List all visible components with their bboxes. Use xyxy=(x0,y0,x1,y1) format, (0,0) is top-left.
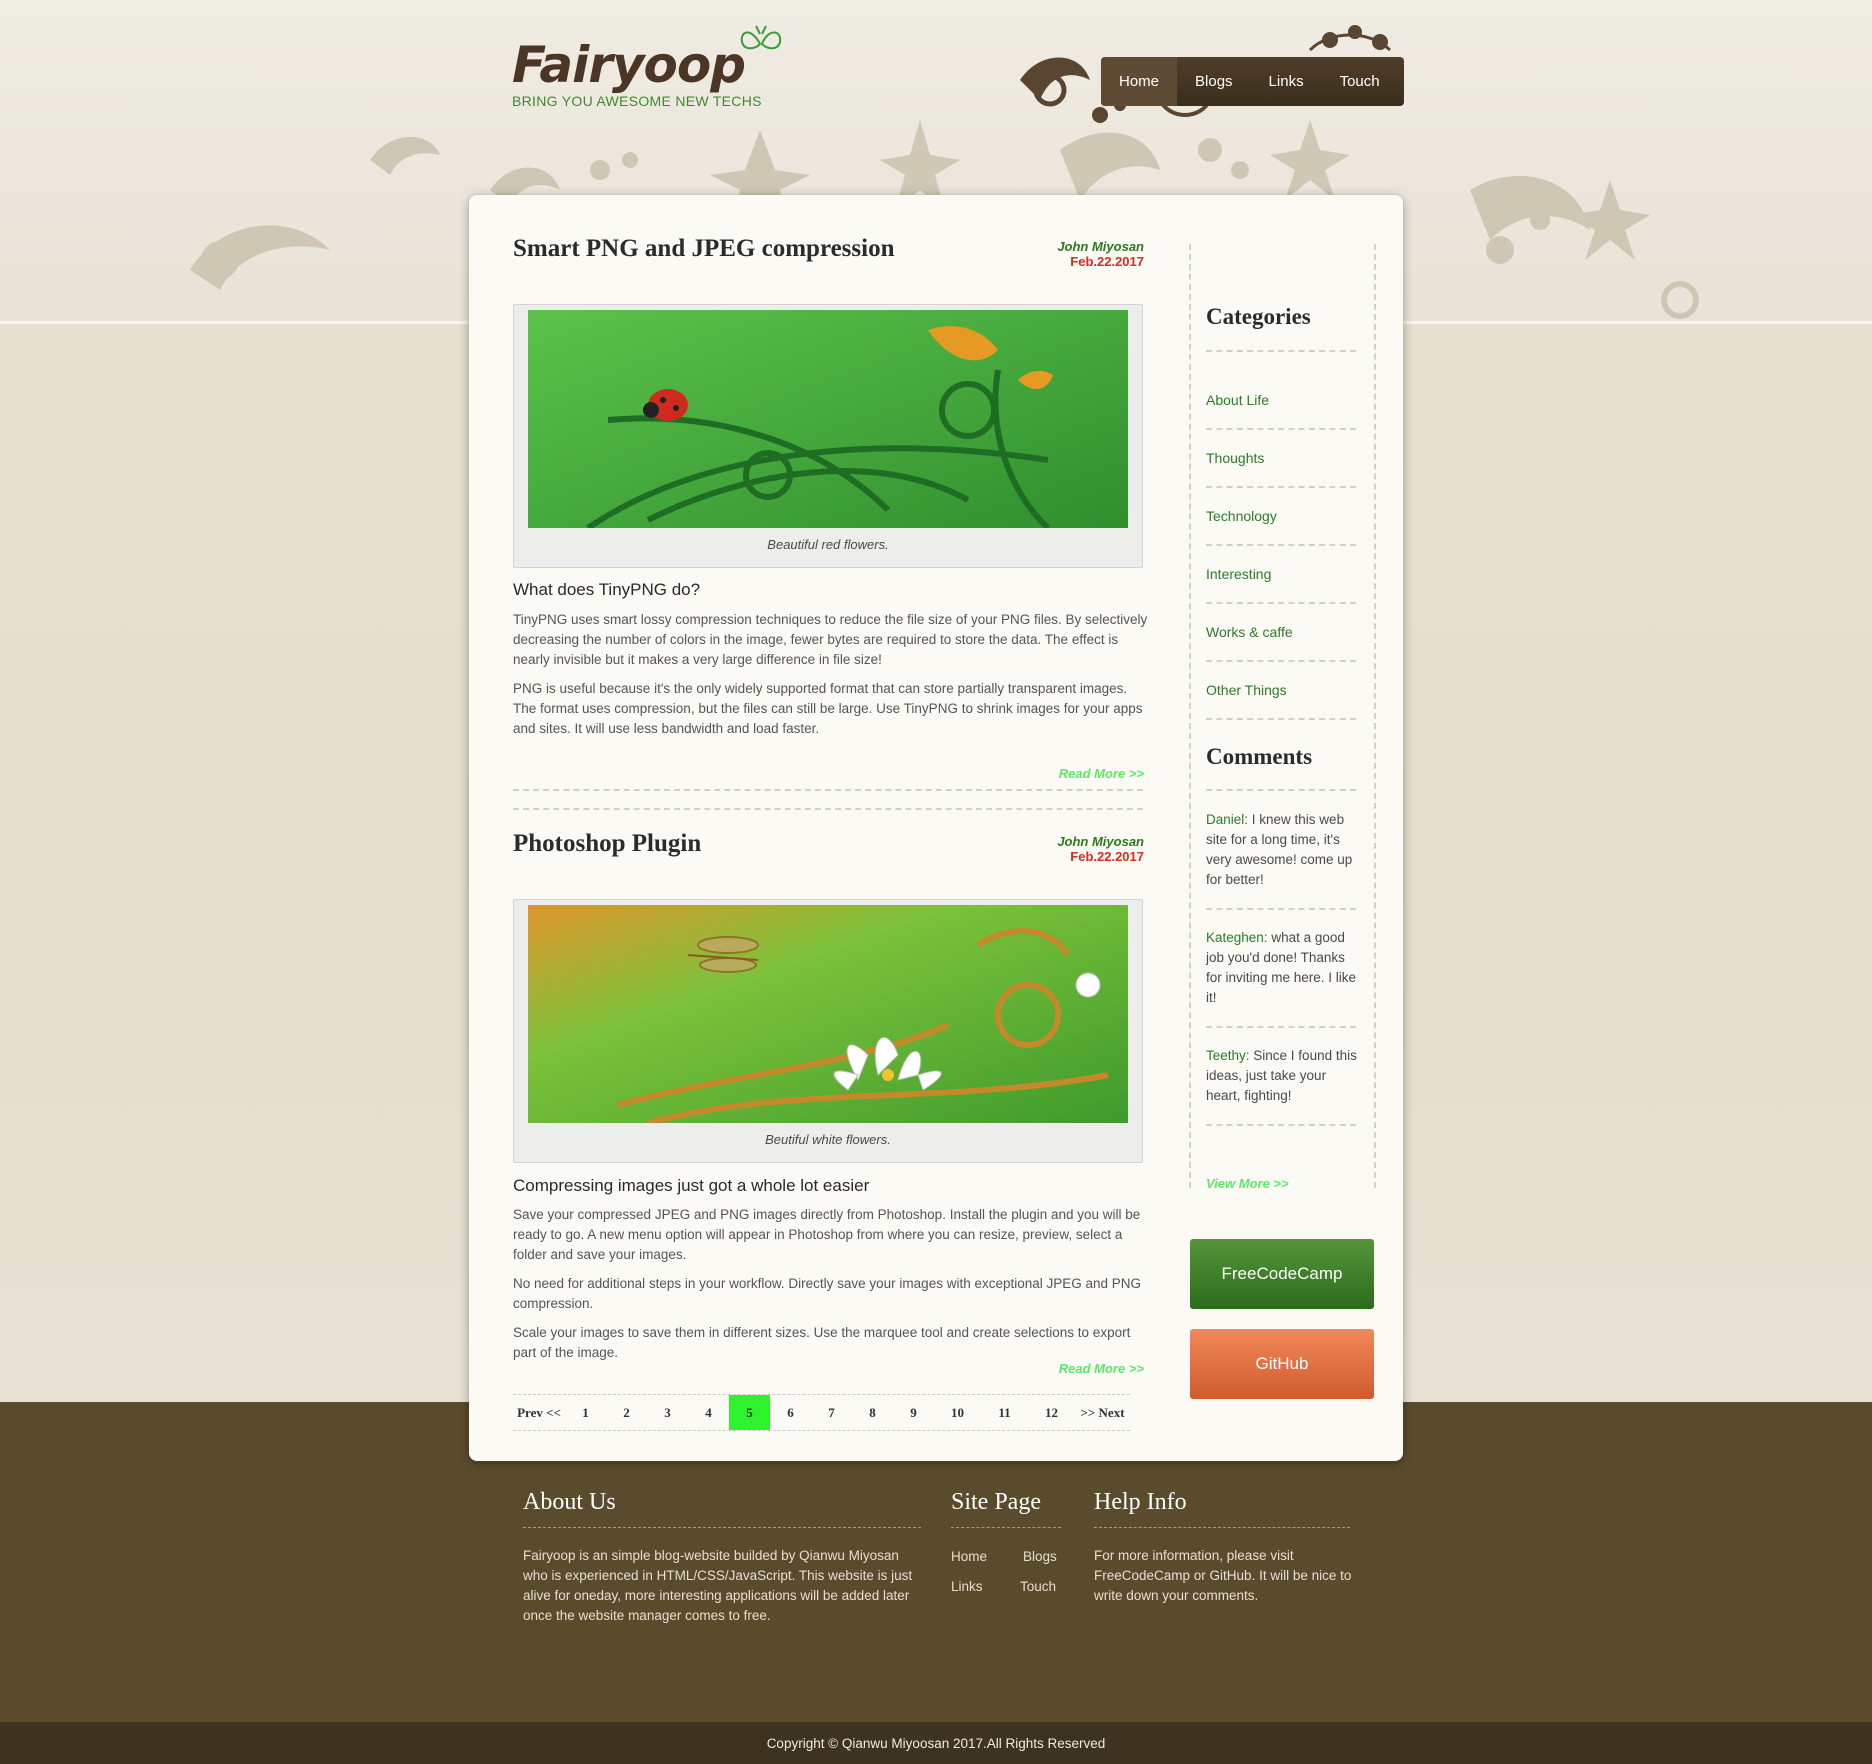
post-paragraph: PNG is useful because it's the only wide… xyxy=(513,681,1143,736)
pagination-page[interactable]: 6 xyxy=(770,1395,811,1430)
site-logo[interactable]: Fairyoop xyxy=(512,36,746,94)
sidebar-divider xyxy=(1206,486,1356,488)
categories-title: Categories xyxy=(1206,304,1311,329)
footer-divider xyxy=(1094,1527,1350,1528)
category-about-life[interactable]: About Life xyxy=(1206,392,1269,408)
footer-about-title: About Us xyxy=(523,1489,616,1515)
post-figure: Beutiful white flowers. xyxy=(513,899,1143,1163)
post-title[interactable]: Smart PNG and JPEG compression xyxy=(513,235,895,263)
comment-item: Daniel: I knew this web site for a long … xyxy=(1206,810,1358,890)
sidebar-divider xyxy=(1206,602,1356,604)
nav-home[interactable]: Home xyxy=(1101,57,1178,106)
pagination-page[interactable]: 9 xyxy=(893,1395,934,1430)
sidebar-divider xyxy=(1206,544,1356,546)
post-date: Feb.22.2017 xyxy=(1070,849,1144,864)
sidebar-divider xyxy=(1206,660,1356,662)
pagination-page[interactable]: 10 xyxy=(934,1395,981,1430)
post-author[interactable]: John Miyosan xyxy=(944,834,1144,849)
site-tagline: BRING YOU AWESOME NEW TECHS xyxy=(512,93,762,109)
freecodecamp-button[interactable]: FreeCodeCamp xyxy=(1190,1239,1374,1309)
pagination-page[interactable]: 12 xyxy=(1028,1395,1075,1430)
image-caption: Beutiful white flowers. xyxy=(765,1132,891,1147)
nav-blogs[interactable]: Blogs xyxy=(1177,57,1251,106)
post-paragraph: No need for additional steps in your wor… xyxy=(513,1276,1142,1311)
nav-links[interactable]: Links xyxy=(1251,57,1322,106)
post-image-ladybug xyxy=(528,310,1128,528)
comment-item: Kateghen: what a good job you'd done! Th… xyxy=(1206,928,1358,1008)
post-image-lotus xyxy=(528,905,1128,1123)
category-thoughts[interactable]: Thoughts xyxy=(1206,450,1264,466)
comment-author[interactable]: Kateghen: xyxy=(1206,930,1268,945)
post-divider xyxy=(513,808,1143,810)
pagination-page[interactable]: 11 xyxy=(981,1395,1028,1430)
sidebar-divider xyxy=(1206,789,1356,791)
category-other-things[interactable]: Other Things xyxy=(1206,682,1287,698)
footer-link-links[interactable]: Links xyxy=(951,1579,983,1594)
github-button[interactable]: GitHub xyxy=(1190,1329,1374,1399)
sidebar-divider xyxy=(1206,1124,1356,1126)
comment-author[interactable]: Teethy: xyxy=(1206,1048,1250,1063)
post-subheading: Compressing images just got a whole lot … xyxy=(513,1176,870,1195)
category-works-caffe[interactable]: Works & caffe xyxy=(1206,624,1293,640)
pagination-page[interactable]: 1 xyxy=(565,1395,606,1430)
comment-author[interactable]: Daniel: xyxy=(1206,812,1248,827)
pagination-page[interactable]: 7 xyxy=(811,1395,852,1430)
comments-title: Comments xyxy=(1206,744,1313,769)
category-interesting[interactable]: Interesting xyxy=(1206,566,1271,582)
sidebar-divider xyxy=(1206,1026,1356,1028)
copyright-text: Copyright © Qianwu Miyoosan 2017.All Rig… xyxy=(766,1736,1106,1751)
post-paragraph: Scale your images to save them in differ… xyxy=(513,1325,1131,1360)
sidebar-divider xyxy=(1206,350,1356,352)
footer-help-title: Help Info xyxy=(1094,1489,1187,1515)
read-more-link[interactable]: Read More >> xyxy=(944,1361,1144,1376)
pagination-page[interactable]: 8 xyxy=(852,1395,893,1430)
footer-help-text: For more information, please visit FreeC… xyxy=(1094,1548,1352,1603)
footer-divider xyxy=(523,1527,921,1528)
footer-link-blogs[interactable]: Blogs xyxy=(1023,1549,1057,1564)
post-title[interactable]: Photoshop Plugin xyxy=(513,830,701,858)
pagination-page[interactable]: 3 xyxy=(647,1395,688,1430)
comment-item: Teethy: Since I found this ideas, just t… xyxy=(1206,1046,1358,1106)
post-date: Feb.22.2017 xyxy=(1070,254,1144,269)
pagination-prev[interactable]: Prev << xyxy=(513,1395,565,1430)
pagination-page[interactable]: 2 xyxy=(606,1395,647,1430)
footer-link-touch[interactable]: Touch xyxy=(1020,1579,1056,1594)
sidebar-divider xyxy=(1206,908,1356,910)
sidebar-divider xyxy=(1206,718,1356,720)
post-figure: Beautiful red flowers. xyxy=(513,304,1143,568)
sidebar-divider xyxy=(1206,428,1356,430)
main-nav: Home Blogs Links Touch xyxy=(1101,57,1404,106)
footer-divider xyxy=(951,1527,1061,1528)
pagination-page[interactable]: 4 xyxy=(688,1395,729,1430)
post-divider xyxy=(513,789,1143,791)
category-technology[interactable]: Technology xyxy=(1206,508,1277,524)
pagination-page-current[interactable]: 5 xyxy=(729,1395,770,1430)
footer-site-title: Site Page xyxy=(951,1489,1041,1515)
butterfly-icon xyxy=(740,25,782,50)
post-paragraph: TinyPNG uses smart lossy compression tec… xyxy=(513,612,1148,667)
pagination-next[interactable]: >> Next xyxy=(1075,1395,1130,1430)
pagination: Prev << 1 2 3 4 5 6 7 8 9 10 11 12 >> Ne… xyxy=(513,1394,1130,1431)
footer-about-text: Fairyoop is an simple blog-website build… xyxy=(523,1548,913,1623)
post-subheading: What does TinyPNG do? xyxy=(513,580,701,599)
post-paragraph: Save your compressed JPEG and PNG images… xyxy=(513,1207,1141,1262)
post-author[interactable]: John Miyosan xyxy=(944,239,1144,254)
footer-link-home[interactable]: Home xyxy=(951,1549,987,1564)
view-more-link[interactable]: View More >> xyxy=(1206,1176,1289,1191)
image-caption: Beautiful red flowers. xyxy=(767,537,889,552)
read-more-link[interactable]: Read More >> xyxy=(944,766,1144,781)
nav-touch[interactable]: Touch xyxy=(1322,57,1398,106)
